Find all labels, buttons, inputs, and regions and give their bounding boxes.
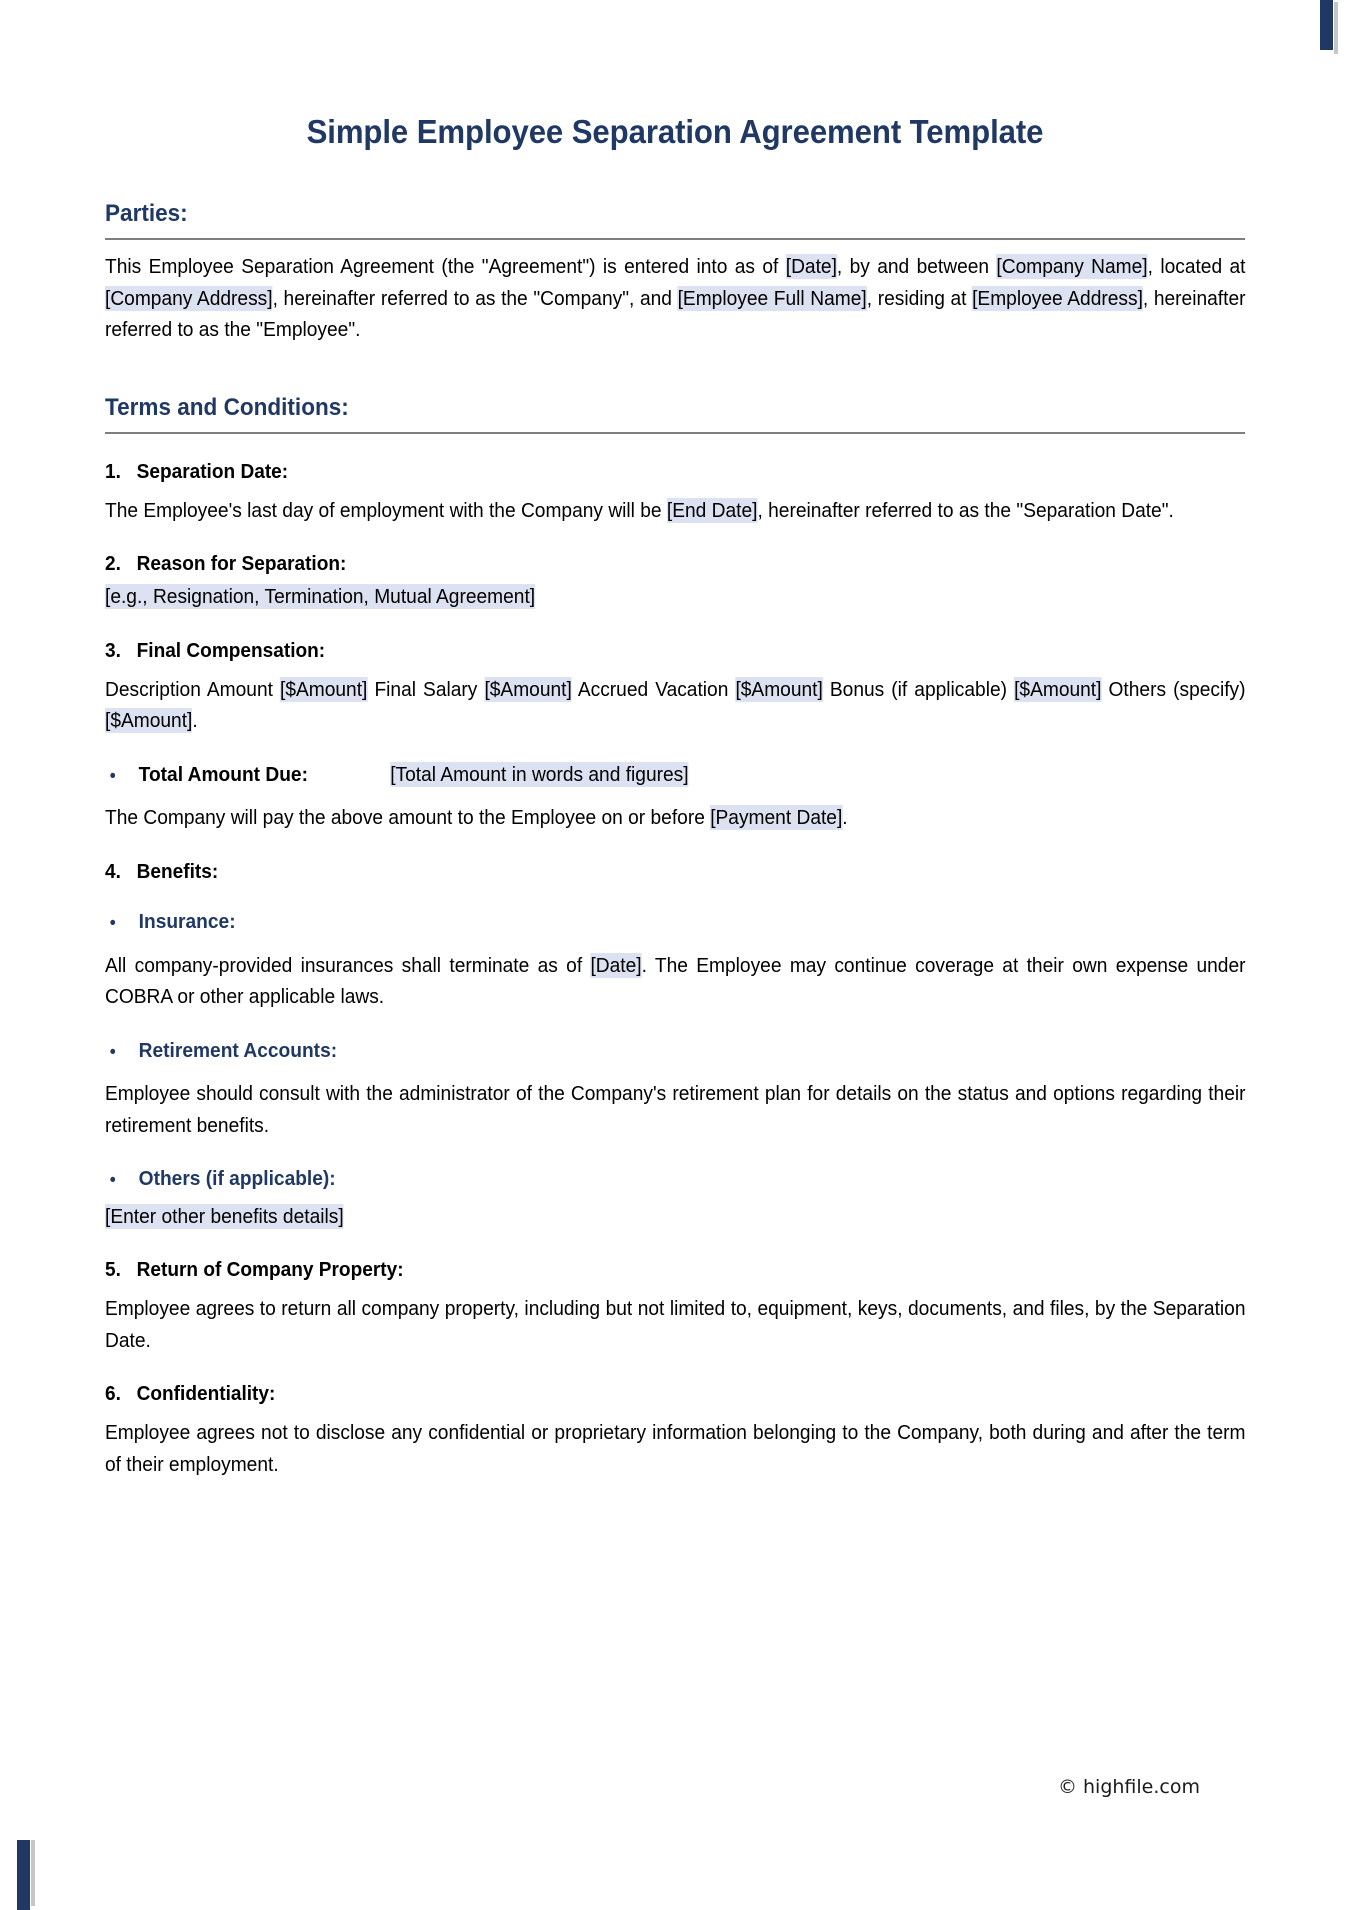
footer-copyright: © highfile.com bbox=[1057, 1776, 1200, 1798]
total-amount-due-line: Total Amount Due: [Total Amount in words … bbox=[138, 761, 689, 792]
placeholder-insurance-date: [Date] bbox=[590, 952, 642, 978]
placeholder-amount-2: [$Amount] bbox=[484, 676, 572, 702]
placeholder-company-name: [Company Name] bbox=[996, 254, 1148, 279]
retirement-accounts-paragraph: Employee should consult with the adminis… bbox=[105, 1082, 1246, 1137]
item-number: 3. bbox=[105, 638, 121, 662]
item-number: 1. bbox=[105, 459, 121, 483]
item-number: 6. bbox=[105, 1382, 121, 1406]
ins-text-1: All company-provided insurances shall te… bbox=[105, 953, 591, 977]
comp-text-6: . bbox=[192, 709, 198, 733]
payment-date-paragraph: The Company will pay the above amount to… bbox=[105, 791, 1246, 834]
item-heading-benefits: 4. Benefits: bbox=[105, 834, 1165, 884]
insurance-label: Insurance: bbox=[138, 910, 236, 933]
placeholder-date: [Date] bbox=[785, 254, 837, 279]
bottom-left-decorative-bar bbox=[17, 1840, 30, 1910]
comp-text-1: Description Amount bbox=[105, 677, 281, 701]
separation-date-paragraph: The Employee's last day of employment wi… bbox=[105, 484, 1246, 527]
parties-paragraph: This Employee Separation Agreement (the … bbox=[105, 240, 1246, 346]
return-of-property-paragraph: Employee agrees to return all company pr… bbox=[105, 1297, 1246, 1352]
pay-text-2: . bbox=[842, 806, 848, 830]
total-amount-due-label: Total Amount Due bbox=[138, 762, 302, 786]
placeholder-amount-4: [$Amount] bbox=[1014, 676, 1102, 702]
bullet-insurance: • Insurance: bbox=[105, 884, 1171, 939]
document-title: Simple Employee Separation Agreement Tem… bbox=[306, 114, 1044, 151]
bullet-total-amount-due: • Total Amount Due: [Total Amount in word… bbox=[105, 737, 1171, 792]
placeholder-total-amount: [Total Amount in words and figures] bbox=[390, 761, 689, 787]
item-number: 5. bbox=[105, 1258, 121, 1282]
placeholder-amount-1: [$Amount] bbox=[280, 676, 368, 702]
placeholder-amount-3: [$Amount] bbox=[735, 676, 823, 702]
placeholder-reason: [e.g., Resignation, Termination, Mutual … bbox=[105, 584, 536, 610]
insurance-paragraph: All company-provided insurances shall te… bbox=[105, 939, 1246, 1013]
item-heading-confidentiality: 6. Confidentiality: bbox=[105, 1356, 1165, 1406]
item-title: Benefits: bbox=[136, 860, 219, 883]
bullet-dot-icon: • bbox=[109, 913, 116, 934]
item-title: Confidentiality: bbox=[136, 1382, 276, 1406]
confidentiality-paragraph: Employee agrees not to disclose any conf… bbox=[105, 1421, 1246, 1476]
others-paragraph: [Enter other benefits details] bbox=[105, 1196, 1246, 1233]
placeholder-company-address: [Company Address] bbox=[105, 285, 273, 311]
placeholder-employee-address: [Employee Address] bbox=[972, 285, 1143, 311]
bullet-retirement-accounts: • Retirement Accounts: bbox=[105, 1013, 1171, 1068]
final-compensation-paragraph: Description Amount [$Amount] Final Salar… bbox=[105, 663, 1246, 737]
comp-text-4: Bonus (if applicable) bbox=[822, 677, 1015, 701]
others-label: Others (if applicable): bbox=[138, 1167, 336, 1191]
bullet-dot-icon: • bbox=[109, 765, 116, 787]
placeholder-other-benefits: [Enter other benefits details] bbox=[105, 1203, 344, 1229]
sep-text-1: The Employee's last day of employment wi… bbox=[105, 498, 667, 522]
item-heading-final-compensation: 3. Final Compensation: bbox=[105, 613, 1165, 663]
bottom-left-bar-shadow bbox=[31, 1840, 35, 1906]
comp-text-5: Others (specify) bbox=[1101, 677, 1246, 701]
parties-text-3: , located at bbox=[1147, 255, 1246, 278]
comp-text-3: Accrued Vacation bbox=[571, 677, 736, 701]
sep-text-2: , hereinafter referred to as the "Separa… bbox=[757, 498, 1174, 522]
item-title: Reason for Separation: bbox=[136, 552, 347, 576]
parties-text-1: This Employee Separation Agreement (the … bbox=[105, 255, 786, 278]
bullet-dot-icon: • bbox=[109, 1170, 116, 1192]
item-heading-reason-for-separation: 2. Reason for Separation: bbox=[105, 526, 1165, 576]
total-amount-due-colon: : bbox=[301, 762, 308, 786]
comp-text-2: Final Salary bbox=[367, 677, 485, 701]
section-heading-parties: Parties: bbox=[105, 200, 188, 227]
document-page: Simple Employee Separation Agreement Tem… bbox=[0, 0, 1350, 1481]
reason-for-separation-paragraph: [e.g., Resignation, Termination, Mutual … bbox=[105, 576, 1246, 613]
placeholder-amount-5: [$Amount] bbox=[105, 708, 193, 734]
bullet-others: • Others (if applicable): bbox=[105, 1141, 1171, 1196]
placeholder-end-date: [End Date] bbox=[666, 497, 758, 523]
placeholder-payment-date: [Payment Date] bbox=[710, 805, 843, 831]
parties-text-5: , residing at bbox=[866, 286, 973, 310]
item-title: Return of Company Property: bbox=[136, 1258, 404, 1282]
item-heading-separation-date: 1. Separation Date: bbox=[105, 434, 1165, 484]
pay-text-1: The Company will pay the above amount to… bbox=[105, 806, 711, 830]
section-heading-terms: Terms and Conditions: bbox=[105, 393, 349, 421]
parties-text-4: , hereinafter referred to as the "Compan… bbox=[272, 286, 678, 310]
item-title: Final Compensation: bbox=[136, 638, 326, 662]
item-title: Separation Date: bbox=[136, 459, 289, 483]
item-heading-return-of-company-property: 5. Return of Company Property: bbox=[105, 1232, 1165, 1282]
bullet-dot-icon: • bbox=[109, 1041, 116, 1063]
placeholder-employee-full-name: [Employee Full Name] bbox=[677, 285, 867, 311]
item-number: 4. bbox=[105, 860, 121, 883]
retirement-accounts-label: Retirement Accounts: bbox=[138, 1038, 338, 1062]
item-number: 2. bbox=[105, 552, 121, 576]
parties-text-2: , by and between bbox=[836, 255, 997, 278]
